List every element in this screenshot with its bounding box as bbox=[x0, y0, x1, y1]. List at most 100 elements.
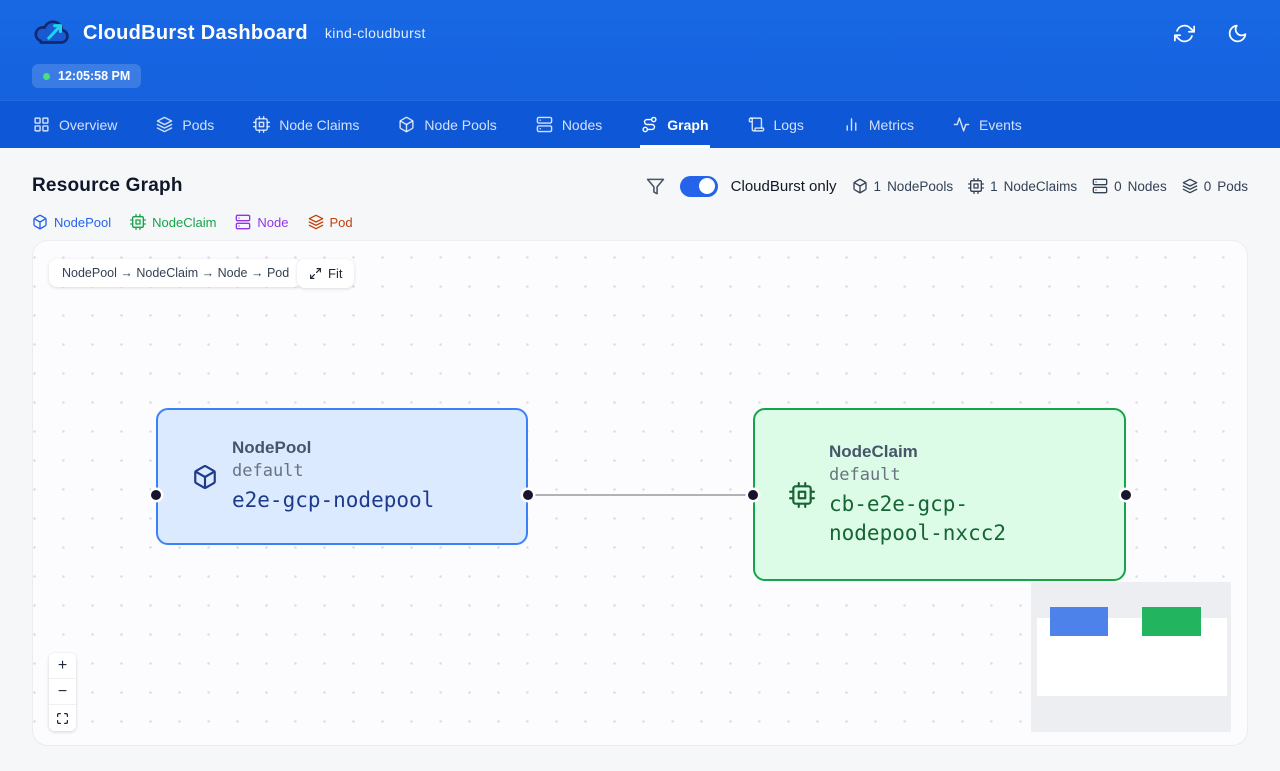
nodes-count: 0 Nodes bbox=[1092, 178, 1167, 194]
cpu-icon bbox=[253, 116, 270, 133]
count-label: NodePools bbox=[887, 179, 953, 194]
count-label: Nodes bbox=[1128, 179, 1167, 194]
minimap[interactable] bbox=[1031, 582, 1231, 732]
hierarchy-chip: NodePool → NodeClaim → Node → Pod bbox=[49, 259, 302, 287]
tab-label: Node Pools bbox=[424, 117, 496, 133]
tab-node-claims[interactable]: Node Claims bbox=[252, 101, 360, 148]
legend-label: Pod bbox=[330, 215, 353, 230]
tab-label: Nodes bbox=[562, 117, 602, 133]
graph-page: Resource Graph CloudBurst only 1 NodePoo… bbox=[0, 148, 1280, 746]
count-value: 0 bbox=[1204, 179, 1212, 194]
package-icon bbox=[852, 178, 868, 194]
graph-node-nodeclaim[interactable]: NodeClaim default cb-e2e-gcp-nodepool-nx… bbox=[753, 408, 1126, 581]
server-icon bbox=[536, 116, 553, 133]
app-header: CloudBurst Dashboard kind-cloudburst 12:… bbox=[0, 0, 1280, 100]
layers-icon bbox=[1182, 178, 1198, 194]
activity-icon bbox=[953, 116, 970, 133]
handle-nodeclaim-left[interactable] bbox=[748, 490, 758, 500]
scroll-icon bbox=[748, 116, 765, 133]
graph-node-nodepool[interactable]: NodePool default e2e-gcp-nodepool bbox=[156, 408, 528, 545]
minimap-nodeclaim-rect bbox=[1142, 607, 1201, 636]
nodepools-count: 1 NodePools bbox=[852, 178, 954, 194]
legend-nodepool: NodePool bbox=[32, 214, 111, 230]
count-value: 1 bbox=[990, 179, 998, 194]
layers-icon bbox=[156, 116, 173, 133]
edge-nodepool-to-nodeclaim bbox=[528, 494, 753, 496]
graph-toolbar: CloudBurst only 1 NodePools 1 NodeClaims… bbox=[646, 176, 1248, 197]
route-icon bbox=[641, 116, 658, 133]
main-nav: Overview Pods Node Claims Node Pools Nod… bbox=[0, 100, 1280, 148]
toggle-knob bbox=[699, 178, 715, 194]
layers-icon bbox=[308, 214, 324, 230]
cpu-icon bbox=[789, 482, 815, 508]
package-icon bbox=[398, 116, 415, 133]
count-label: Pods bbox=[1217, 179, 1248, 194]
tab-pods[interactable]: Pods bbox=[155, 101, 215, 148]
pods-count: 0 Pods bbox=[1182, 178, 1248, 194]
server-icon bbox=[1092, 178, 1108, 194]
node-name: e2e-gcp-nodepool bbox=[232, 486, 434, 515]
last-updated-time: 12:05:58 PM bbox=[58, 69, 130, 83]
cloudburst-only-toggle[interactable] bbox=[680, 176, 718, 197]
tab-label: Logs bbox=[774, 117, 804, 133]
graph-legend: NodePool NodeClaim Node Pod bbox=[32, 214, 1248, 230]
count-label: NodeClaims bbox=[1004, 179, 1078, 194]
dashboard-grid-icon bbox=[33, 116, 50, 133]
tab-label: Events bbox=[979, 117, 1022, 133]
tab-overview[interactable]: Overview bbox=[32, 101, 118, 148]
legend-pod: Pod bbox=[308, 214, 353, 230]
legend-label: NodePool bbox=[54, 215, 111, 230]
tab-label: Metrics bbox=[869, 117, 914, 133]
tab-events[interactable]: Events bbox=[952, 101, 1023, 148]
zoom-out-button[interactable]: − bbox=[49, 679, 76, 705]
legend-node: Node bbox=[235, 214, 288, 230]
node-name: cb-e2e-gcp-nodepool-nxcc2 bbox=[829, 490, 1074, 548]
handle-nodepool-right[interactable] bbox=[523, 490, 533, 500]
moon-icon bbox=[1227, 23, 1248, 44]
tab-label: Graph bbox=[667, 117, 708, 133]
node-kind: NodeClaim bbox=[829, 442, 1074, 462]
legend-label: NodeClaim bbox=[152, 215, 216, 230]
cpu-icon bbox=[130, 214, 146, 230]
legend-label: Node bbox=[257, 215, 288, 230]
tab-label: Pods bbox=[182, 117, 214, 133]
node-namespace: default bbox=[232, 461, 434, 481]
cluster-name: kind-cloudburst bbox=[325, 25, 426, 41]
fit-button-label: Fit bbox=[328, 266, 342, 281]
handle-nodepool-left[interactable] bbox=[151, 490, 161, 500]
legend-nodeclaim: NodeClaim bbox=[130, 214, 216, 230]
tab-label: Overview bbox=[59, 117, 117, 133]
expand-arrows-icon bbox=[309, 267, 322, 280]
graph-canvas[interactable]: NodePool → NodeClaim → Node → Pod Fit No… bbox=[32, 240, 1248, 746]
fullscreen-icon bbox=[56, 712, 69, 725]
tab-node-pools[interactable]: Node Pools bbox=[397, 101, 497, 148]
cpu-icon bbox=[968, 178, 984, 194]
zoom-controls: + − bbox=[49, 653, 76, 731]
minimap-nodepool-rect bbox=[1050, 607, 1108, 636]
cloud-rocket-icon bbox=[32, 16, 70, 50]
nodeclaims-count: 1 NodeClaims bbox=[968, 178, 1077, 194]
tab-logs[interactable]: Logs bbox=[747, 101, 805, 148]
fit-view-button[interactable]: Fit bbox=[297, 259, 354, 288]
count-value: 1 bbox=[874, 179, 882, 194]
node-namespace: default bbox=[829, 465, 1074, 485]
last-updated-badge: 12:05:58 PM bbox=[32, 64, 141, 88]
fullscreen-button[interactable] bbox=[49, 705, 76, 731]
tab-metrics[interactable]: Metrics bbox=[842, 101, 915, 148]
funnel-icon[interactable] bbox=[646, 177, 665, 196]
package-icon bbox=[32, 214, 48, 230]
app-title: CloudBurst Dashboard bbox=[83, 22, 308, 45]
page-title: Resource Graph bbox=[32, 175, 183, 197]
tab-graph[interactable]: Graph bbox=[640, 101, 709, 148]
toggle-label: CloudBurst only bbox=[731, 178, 837, 195]
theme-toggle-button[interactable] bbox=[1227, 23, 1248, 44]
bar-chart-icon bbox=[843, 116, 860, 133]
node-kind: NodePool bbox=[232, 438, 434, 458]
package-icon bbox=[192, 464, 218, 490]
tab-nodes[interactable]: Nodes bbox=[535, 101, 603, 148]
tab-label: Node Claims bbox=[279, 117, 359, 133]
zoom-in-button[interactable]: + bbox=[49, 653, 76, 679]
handle-nodeclaim-right[interactable] bbox=[1121, 490, 1131, 500]
live-status-dot bbox=[43, 73, 50, 80]
refresh-button[interactable] bbox=[1174, 23, 1195, 44]
